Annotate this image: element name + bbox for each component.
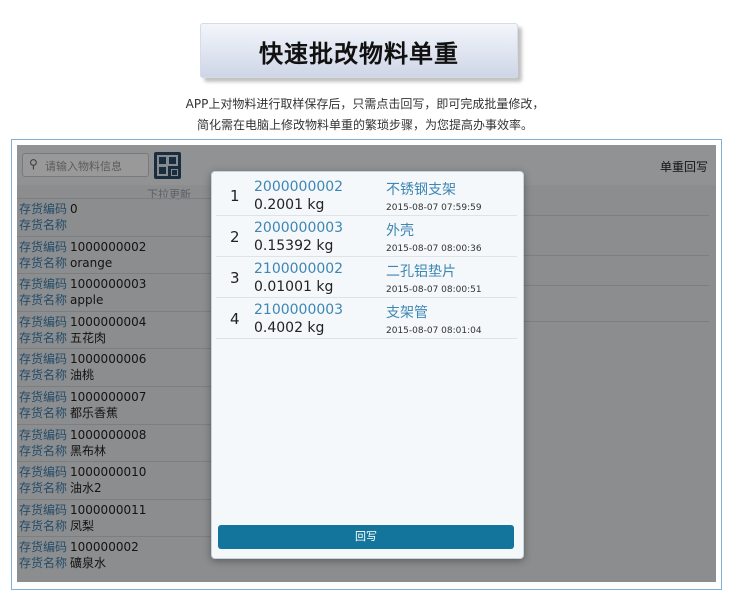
modal-row[interactable]: 2 2000000003 0.15392 kg 外壳 2015-08-07 08:00:… bbox=[216, 216, 517, 257]
row-timestamp: 2015-08-07 08:00:36 bbox=[386, 244, 482, 254]
banner: 快速批改物料单重 bbox=[200, 23, 518, 78]
row-timestamp: 2015-08-07 07:59:59 bbox=[386, 203, 482, 213]
row-weight: 0.01001 kg bbox=[254, 279, 334, 295]
row-timestamp: 2015-08-07 08:00:51 bbox=[386, 285, 482, 295]
row-weight: 0.4002 kg bbox=[254, 320, 325, 336]
row-name: 不锈钢支架 bbox=[386, 182, 456, 198]
modal-row[interactable]: 1 2000000002 0.2001 kg 不锈钢支架 2015-08-07 07:5… bbox=[216, 175, 517, 216]
row-weight: 0.15392 kg bbox=[254, 238, 334, 254]
intro-line-1: APP上对物料进行取样保存后，只需点击回写，即可完成批量修改， bbox=[185, 97, 545, 111]
writeback-button[interactable]: 回写 bbox=[218, 525, 514, 549]
row-index: 3 bbox=[230, 269, 240, 287]
row-name: 外壳 bbox=[386, 223, 414, 239]
writeback-modal: 1 2000000002 0.2001 kg 不锈钢支架 2015-08-07 07:5… bbox=[211, 171, 524, 559]
row-code: 2000000003 bbox=[254, 220, 344, 236]
modal-row[interactable]: 4 2100000003 0.4002 kg 支架管 2015-08-07 08:01:… bbox=[216, 298, 517, 339]
banner-title: 快速批改物料单重 bbox=[259, 40, 459, 68]
row-code: 2000000002 bbox=[254, 179, 344, 195]
row-name: 二孔铝垫片 bbox=[386, 264, 456, 280]
row-code: 2100000002 bbox=[254, 261, 344, 277]
row-index: 1 bbox=[230, 187, 240, 205]
row-weight: 0.2001 kg bbox=[254, 197, 325, 213]
row-code: 2100000003 bbox=[254, 302, 344, 318]
modal-row[interactable]: 3 2100000002 0.01001 kg 二孔铝垫片 2015-08-07 08:… bbox=[216, 257, 517, 298]
intro-line-2: 简化需在电脑上修改物料单重的繁琐步骤，为您提高办事效率。 bbox=[196, 118, 533, 132]
row-index: 2 bbox=[230, 228, 240, 246]
row-name: 支架管 bbox=[386, 305, 428, 321]
row-timestamp: 2015-08-07 08:01:04 bbox=[386, 326, 482, 336]
row-index: 4 bbox=[230, 310, 240, 328]
